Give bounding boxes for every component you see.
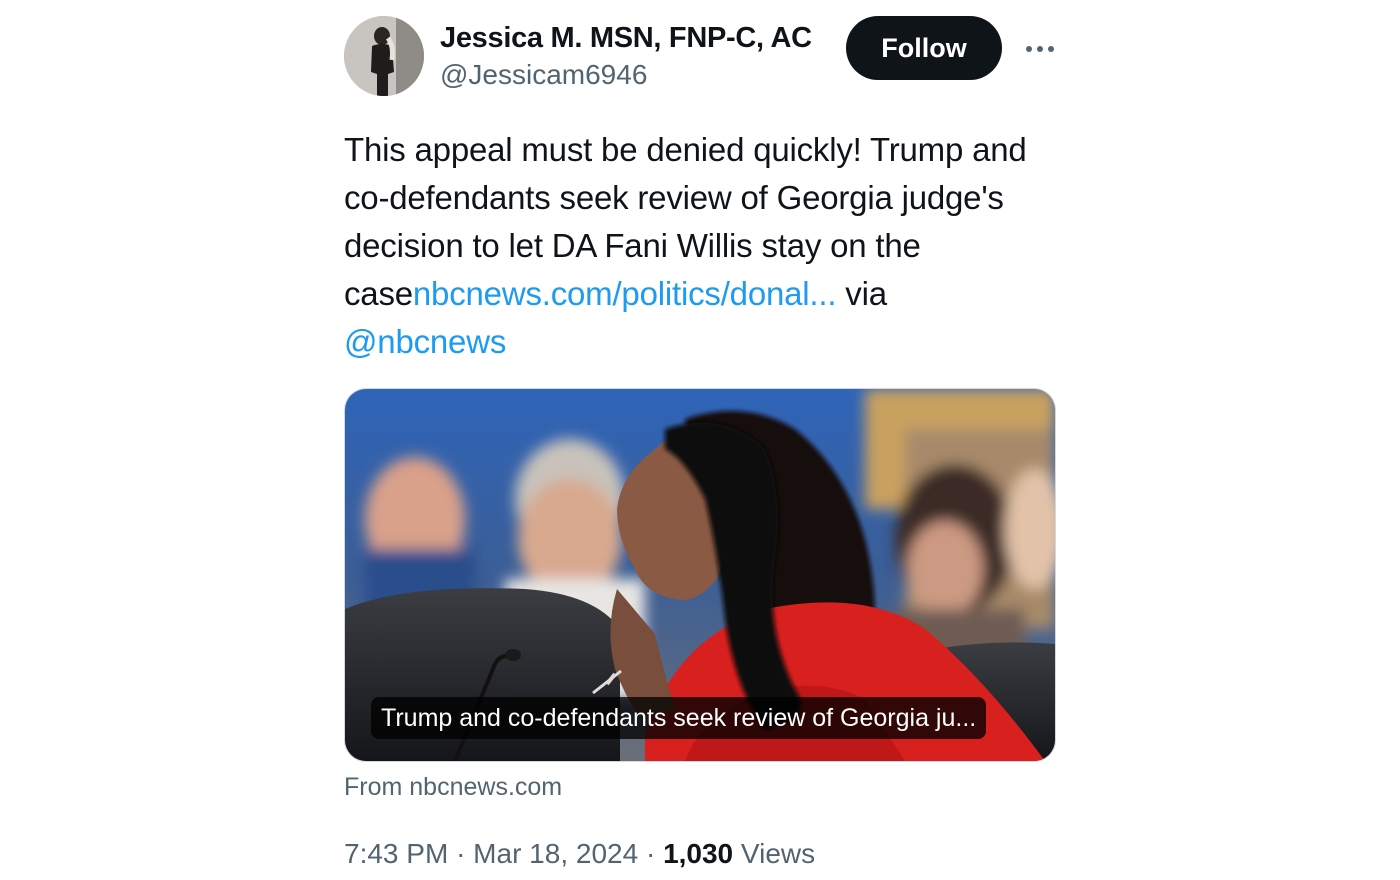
more-dot <box>1026 46 1032 52</box>
meta-separator: · <box>456 838 466 869</box>
card-source[interactable]: From nbcnews.com <box>344 770 562 804</box>
tweet-via: via <box>845 275 887 312</box>
tweet-text: This appeal must be denied quickly! Trum… <box>344 126 1056 366</box>
tweet-link[interactable]: nbcnews.com/politics/donal... <box>413 275 837 312</box>
author-handle[interactable]: @Jessicam6946 <box>440 58 647 92</box>
card-headline: Trump and co-defendants seek review of G… <box>371 697 987 739</box>
link-card[interactable]: Trump and co-defendants seek review of G… <box>344 388 1056 762</box>
meta-separator: · <box>645 838 656 869</box>
tweet-meta: 7:43 PM · Mar 18, 2024 · 1,030 Views <box>344 836 815 872</box>
tweet-time[interactable]: 7:43 PM <box>344 838 448 869</box>
author-name[interactable]: Jessica M. MSN, FNP-C, AC <box>440 20 832 56</box>
more-dot <box>1037 46 1043 52</box>
follow-button[interactable]: Follow <box>846 16 1002 80</box>
avatar[interactable] <box>344 16 424 96</box>
views-label: Views <box>740 838 816 869</box>
views-count: 1,030 <box>663 838 734 869</box>
mention-link[interactable]: @nbcnews <box>344 323 506 360</box>
more-horizontal-icon[interactable] <box>1020 38 1060 60</box>
tweet-date[interactable]: Mar 18, 2024 <box>473 838 638 869</box>
more-dot <box>1048 46 1054 52</box>
